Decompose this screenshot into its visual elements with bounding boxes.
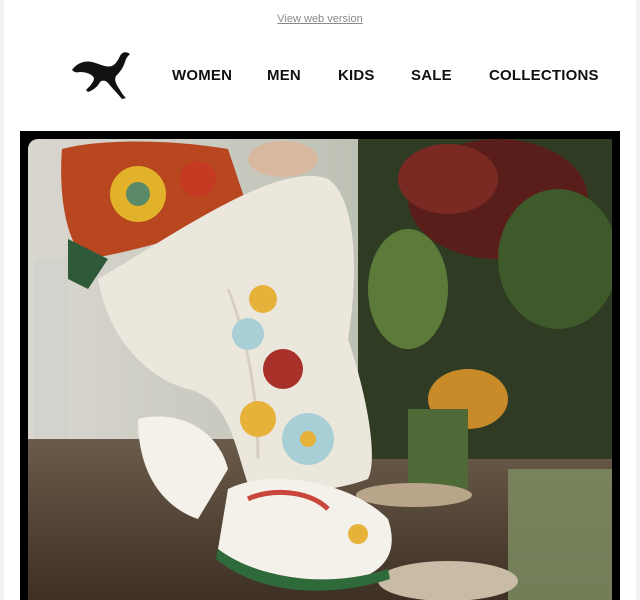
preheader: View web version bbox=[4, 9, 636, 27]
nav-item-men[interactable]: MEN bbox=[267, 67, 301, 84]
nav-item-collections[interactable]: COLLECTIONS bbox=[489, 67, 599, 84]
nav-item-women[interactable]: WOMEN bbox=[172, 67, 232, 84]
view-web-version-link[interactable]: View web version bbox=[277, 13, 362, 25]
hero-photo bbox=[28, 139, 612, 600]
main-nav: WOMEN MEN KIDS SALE COLLECTIONS bbox=[4, 67, 636, 87]
nav-item-sale[interactable]: SALE bbox=[411, 67, 452, 84]
nav-item-kids[interactable]: KIDS bbox=[338, 67, 375, 84]
email-body: View web version WOMEN MEN KIDS SALE COL… bbox=[4, 0, 636, 600]
hero-image[interactable] bbox=[20, 131, 620, 600]
